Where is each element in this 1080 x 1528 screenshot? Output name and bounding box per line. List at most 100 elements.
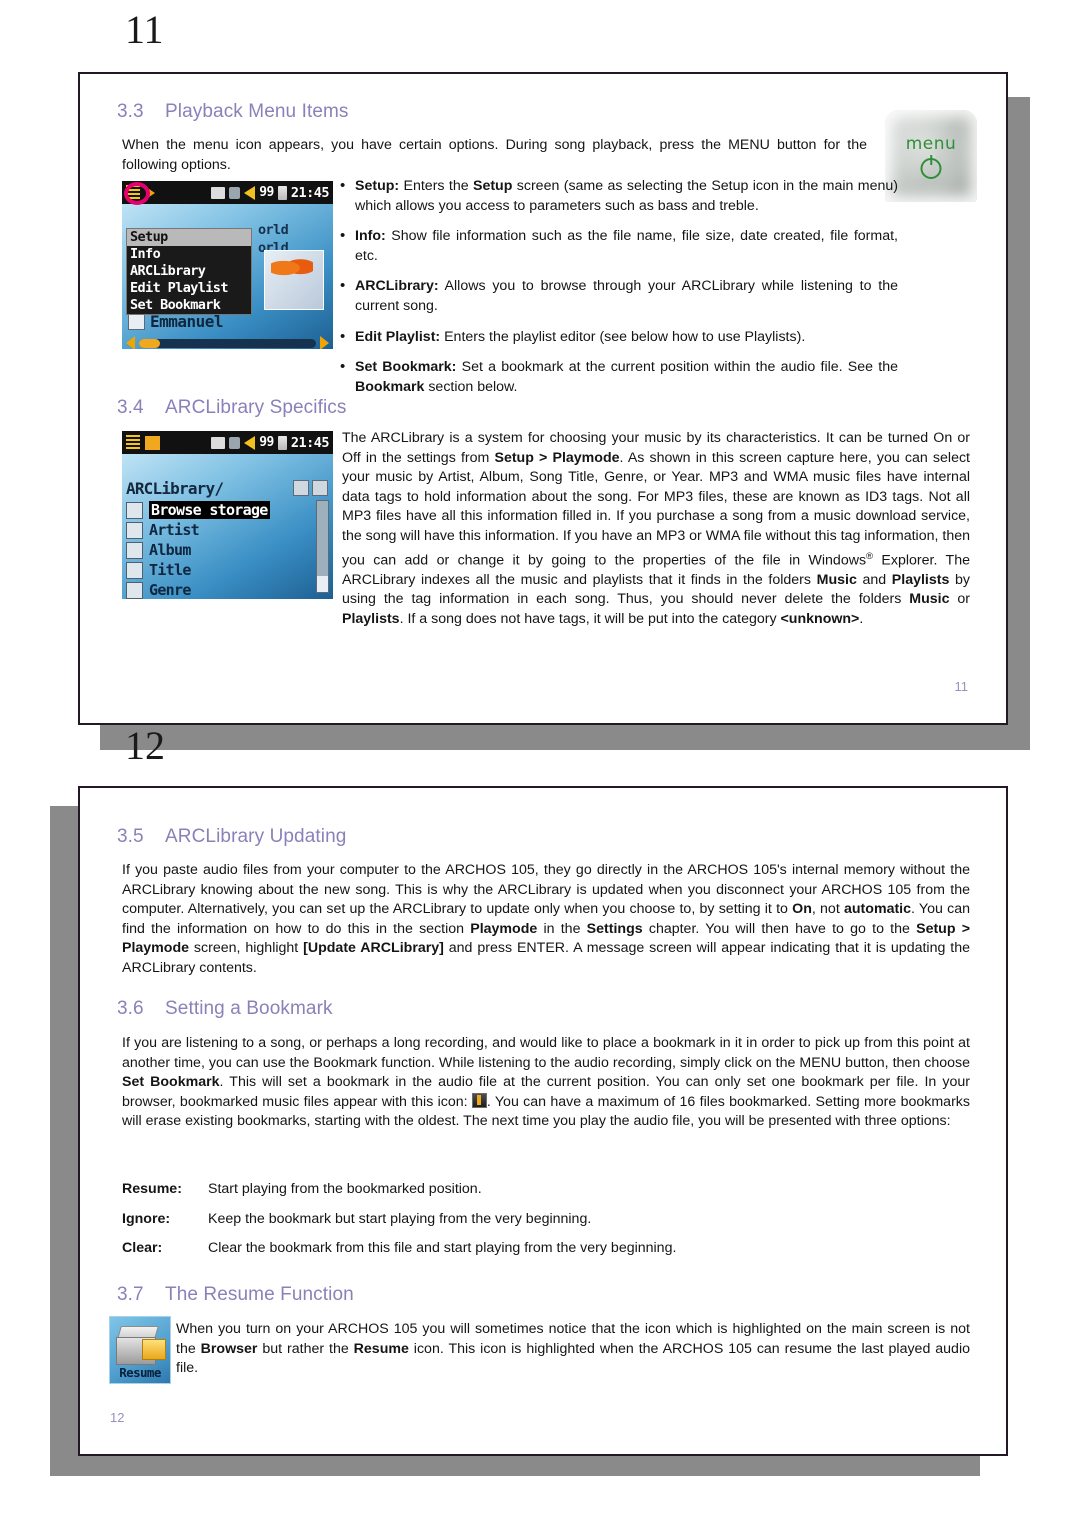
list-item-label: Title bbox=[149, 561, 191, 579]
bullet-term: Setup: bbox=[355, 178, 400, 194]
p-f: Playmode bbox=[470, 920, 538, 937]
power-icon bbox=[920, 158, 942, 179]
p-b: Setup > Playmode bbox=[494, 449, 620, 466]
menu-item-arclibrary[interactable]: ARCLibrary bbox=[127, 263, 251, 280]
option-row: Ignore: Keep the bookmark but start play… bbox=[122, 1210, 970, 1230]
page-11: 3.3 Playback Menu Items When the menu ico… bbox=[78, 72, 1008, 725]
bullet-term: Info: bbox=[355, 228, 386, 245]
section-3-4-paragraph: The ARCLibrary is a system for choosing … bbox=[342, 429, 970, 630]
folder-icon bbox=[211, 436, 226, 449]
bullet-arclibrary: ARCLibrary: Allows you to browse through… bbox=[338, 276, 898, 316]
device-status-bar: 99 21:45 bbox=[122, 181, 333, 205]
bullet-text-a: Enters the playlist editor (see below ho… bbox=[440, 328, 806, 345]
p-b: On bbox=[792, 901, 812, 918]
list-item[interactable]: Year bbox=[126, 600, 315, 601]
p-d: Resume bbox=[353, 1340, 409, 1357]
option-label: Resume: bbox=[122, 1181, 182, 1197]
menu-item-edit-playlist[interactable]: Edit Playlist bbox=[127, 280, 251, 297]
battery-icon bbox=[277, 185, 287, 200]
p-c: , not bbox=[811, 901, 844, 918]
section-heading-3-5: 3.5 ARCLibrary Updating bbox=[117, 826, 346, 848]
speaker-icon bbox=[244, 435, 256, 450]
p-m: <unknown> bbox=[780, 611, 860, 628]
speaker-icon bbox=[244, 185, 256, 200]
p-c: but rather the bbox=[257, 1340, 354, 1357]
bookmark-options-list: Resume: Start playing from the bookmarke… bbox=[122, 1180, 970, 1269]
bookmark-icon bbox=[471, 1092, 487, 1108]
p-i: chapter. You will then have to go to the bbox=[642, 920, 917, 937]
arclibrary-path-title: ARCLibrary/ bbox=[126, 479, 224, 498]
album-icon bbox=[126, 541, 143, 559]
device-screen-body: ARCLibrary/ Browse storage Artist Album … bbox=[122, 454, 333, 599]
p-d: automatic bbox=[844, 901, 912, 918]
menu-item-setup[interactable]: Setup bbox=[127, 229, 251, 246]
section-3-5-paragraph: If you paste audio files from your compu… bbox=[122, 861, 970, 979]
stop-icon bbox=[145, 435, 160, 450]
bullet-text-c: section below. bbox=[424, 378, 518, 395]
previous-icon[interactable] bbox=[126, 336, 135, 349]
seek-row[interactable] bbox=[126, 336, 329, 349]
folder-icon bbox=[211, 186, 226, 199]
section-3-6-paragraph: If you are listening to a song, or perha… bbox=[122, 1034, 970, 1132]
p-g: in the bbox=[537, 920, 587, 937]
list-item[interactable]: Artist bbox=[126, 520, 315, 540]
music-note-icon bbox=[293, 480, 309, 496]
section-number: 3.4 bbox=[117, 397, 144, 418]
highlight-ring-icon bbox=[124, 182, 150, 205]
arclibrary-header-icons bbox=[293, 480, 328, 496]
menu-icon bbox=[126, 435, 140, 450]
p-b: Set Bookmark bbox=[122, 1074, 220, 1091]
seek-bar[interactable] bbox=[139, 338, 316, 348]
p-c: . As shown in this screen capture here, … bbox=[342, 449, 970, 569]
section-title: ARCLibrary Updating bbox=[165, 826, 347, 847]
bullet-setup: Setup: Enters the Setup screen (same as … bbox=[338, 176, 898, 216]
scrollbar[interactable] bbox=[316, 500, 329, 593]
registered-mark: ® bbox=[866, 550, 874, 562]
music-note-icon bbox=[229, 186, 241, 199]
p-b: Browser bbox=[200, 1340, 258, 1357]
p-e: Music bbox=[816, 571, 857, 588]
option-text: Keep the bookmark but start playing from… bbox=[208, 1210, 592, 1227]
playback-menu-bullet-list: Setup: Enters the Setup screen (same as … bbox=[338, 176, 898, 408]
menu-button-label: menu bbox=[905, 134, 957, 154]
section-number: 3.5 bbox=[117, 826, 144, 847]
bullet-term: Edit Playlist: bbox=[355, 328, 441, 345]
list-item[interactable]: Genre bbox=[126, 580, 315, 599]
scrollbar-thumb[interactable] bbox=[317, 501, 328, 576]
list-item[interactable]: Album bbox=[126, 540, 315, 560]
p-g: Playlists bbox=[891, 571, 950, 588]
p-l: [Update ARCLibrary] bbox=[303, 940, 444, 957]
page-12-footer: 12 bbox=[110, 1410, 125, 1425]
status-right-group: 99 21:45 bbox=[211, 184, 330, 201]
p-j: or bbox=[949, 591, 970, 608]
menu-item-info[interactable]: Info bbox=[127, 246, 251, 263]
bullet-bold-b: Setup bbox=[472, 178, 513, 194]
next-icon[interactable] bbox=[320, 336, 329, 349]
list-item[interactable]: Title bbox=[126, 560, 315, 580]
menu-item-set-bookmark[interactable]: Set Bookmark bbox=[127, 297, 251, 314]
section-3-7-paragraph: When you turn on your ARCHOS 105 you wil… bbox=[176, 1320, 970, 1379]
status-right-group: 99 21:45 bbox=[211, 435, 330, 451]
genre-icon bbox=[126, 581, 143, 599]
arclibrary-list[interactable]: Browse storage Artist Album Title Genre … bbox=[126, 500, 315, 601]
list-item-label: Genre bbox=[149, 581, 191, 599]
intro-text: When the menu icon appears, you have cer… bbox=[122, 137, 867, 173]
p-h: Settings bbox=[586, 920, 643, 937]
resume-icon-caption: Resume bbox=[119, 1365, 161, 1380]
music-note-icon bbox=[229, 436, 241, 449]
playback-menu-popup[interactable]: Setup Info ARCLibrary Edit Playlist Set … bbox=[126, 228, 252, 315]
section-title: Setting a Bookmark bbox=[165, 998, 333, 1019]
list-item-label: Album bbox=[149, 541, 191, 559]
section-number: 3.3 bbox=[117, 101, 144, 122]
list-item-label: Browse storage bbox=[149, 501, 270, 519]
section-title: The Resume Function bbox=[165, 1284, 354, 1305]
clock-value: 21:45 bbox=[290, 184, 330, 201]
bullet-text-a: Enters the bbox=[399, 178, 473, 194]
bullet-set-bookmark: Set Bookmark: Set a bookmark at the curr… bbox=[338, 357, 898, 397]
p-k: Playlists bbox=[342, 611, 400, 628]
device-screenshot-playback: 99 21:45 orld orld Setup Info ARCLibrary… bbox=[120, 179, 335, 351]
resume-tag bbox=[142, 1339, 166, 1360]
list-item[interactable]: Browse storage bbox=[126, 500, 315, 520]
section-heading-3-6: 3.6 Setting a Bookmark bbox=[117, 998, 333, 1020]
p-i: Music bbox=[909, 591, 950, 608]
